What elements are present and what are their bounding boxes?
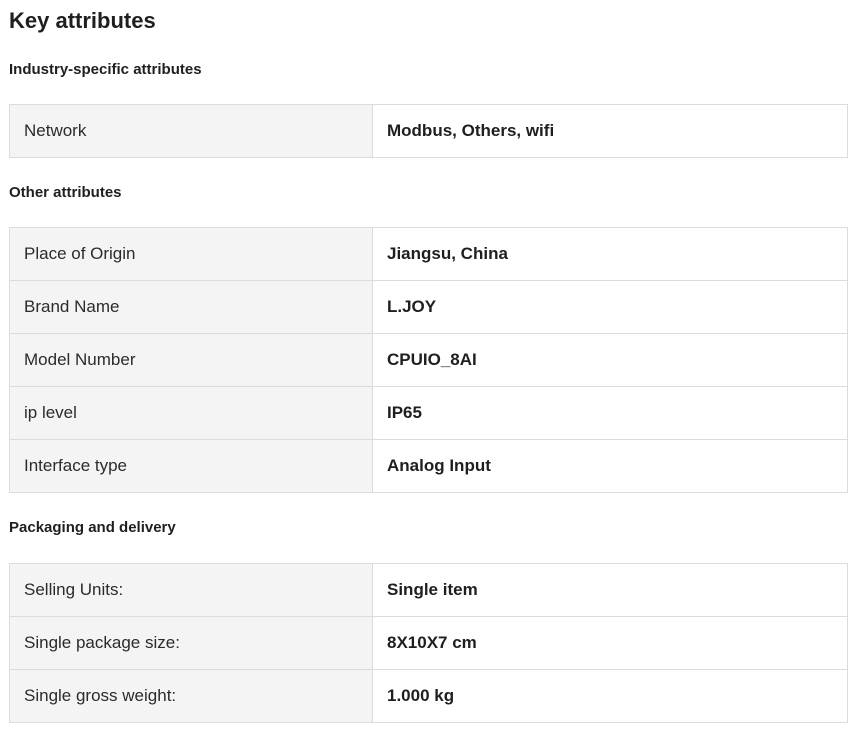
- key-attributes-panel: Key attributes Industry-specific attribu…: [0, 0, 855, 730]
- other-attributes-table: Place of Origin Jiangsu, China Brand Nam…: [9, 227, 848, 493]
- attribute-value: Modbus, Others, wifi: [372, 104, 848, 158]
- attribute-label: Place of Origin: [9, 227, 373, 281]
- attribute-label: Single package size:: [9, 616, 373, 670]
- attribute-value: Single item: [372, 563, 848, 617]
- table-row: Interface type Analog Input: [9, 439, 848, 493]
- attribute-label: Selling Units:: [9, 563, 373, 617]
- attribute-label: Interface type: [9, 439, 373, 493]
- attribute-value: IP65: [372, 386, 848, 440]
- table-row: ip level IP65: [9, 386, 848, 440]
- attribute-label: ip level: [9, 386, 373, 440]
- attribute-value: Jiangsu, China: [372, 227, 848, 281]
- attribute-value: Analog Input: [372, 439, 848, 493]
- attribute-value: L.JOY: [372, 280, 848, 334]
- attribute-label: Single gross weight:: [9, 669, 373, 723]
- section-title-industry-specific: Industry-specific attributes: [9, 61, 202, 78]
- table-row: Place of Origin Jiangsu, China: [9, 227, 848, 281]
- industry-attributes-table: Network Modbus, Others, wifi: [9, 104, 848, 158]
- table-row: Single package size: 8X10X7 cm: [9, 616, 848, 670]
- packaging-delivery-table: Selling Units: Single item Single packag…: [9, 563, 848, 723]
- attribute-label: Network: [9, 104, 373, 158]
- table-row: Single gross weight: 1.000 kg: [9, 669, 848, 723]
- attribute-value: 1.000 kg: [372, 669, 848, 723]
- table-row: Network Modbus, Others, wifi: [9, 104, 848, 158]
- section-title-other-attributes: Other attributes: [9, 184, 122, 201]
- attribute-label: Model Number: [9, 333, 373, 387]
- attribute-label: Brand Name: [9, 280, 373, 334]
- table-row: Selling Units: Single item: [9, 563, 848, 617]
- attribute-value: 8X10X7 cm: [372, 616, 848, 670]
- table-row: Model Number CPUIO_8AI: [9, 333, 848, 387]
- attribute-value: CPUIO_8AI: [372, 333, 848, 387]
- section-title-packaging-delivery: Packaging and delivery: [9, 519, 176, 536]
- page-title: Key attributes: [9, 8, 156, 33]
- table-row: Brand Name L.JOY: [9, 280, 848, 334]
